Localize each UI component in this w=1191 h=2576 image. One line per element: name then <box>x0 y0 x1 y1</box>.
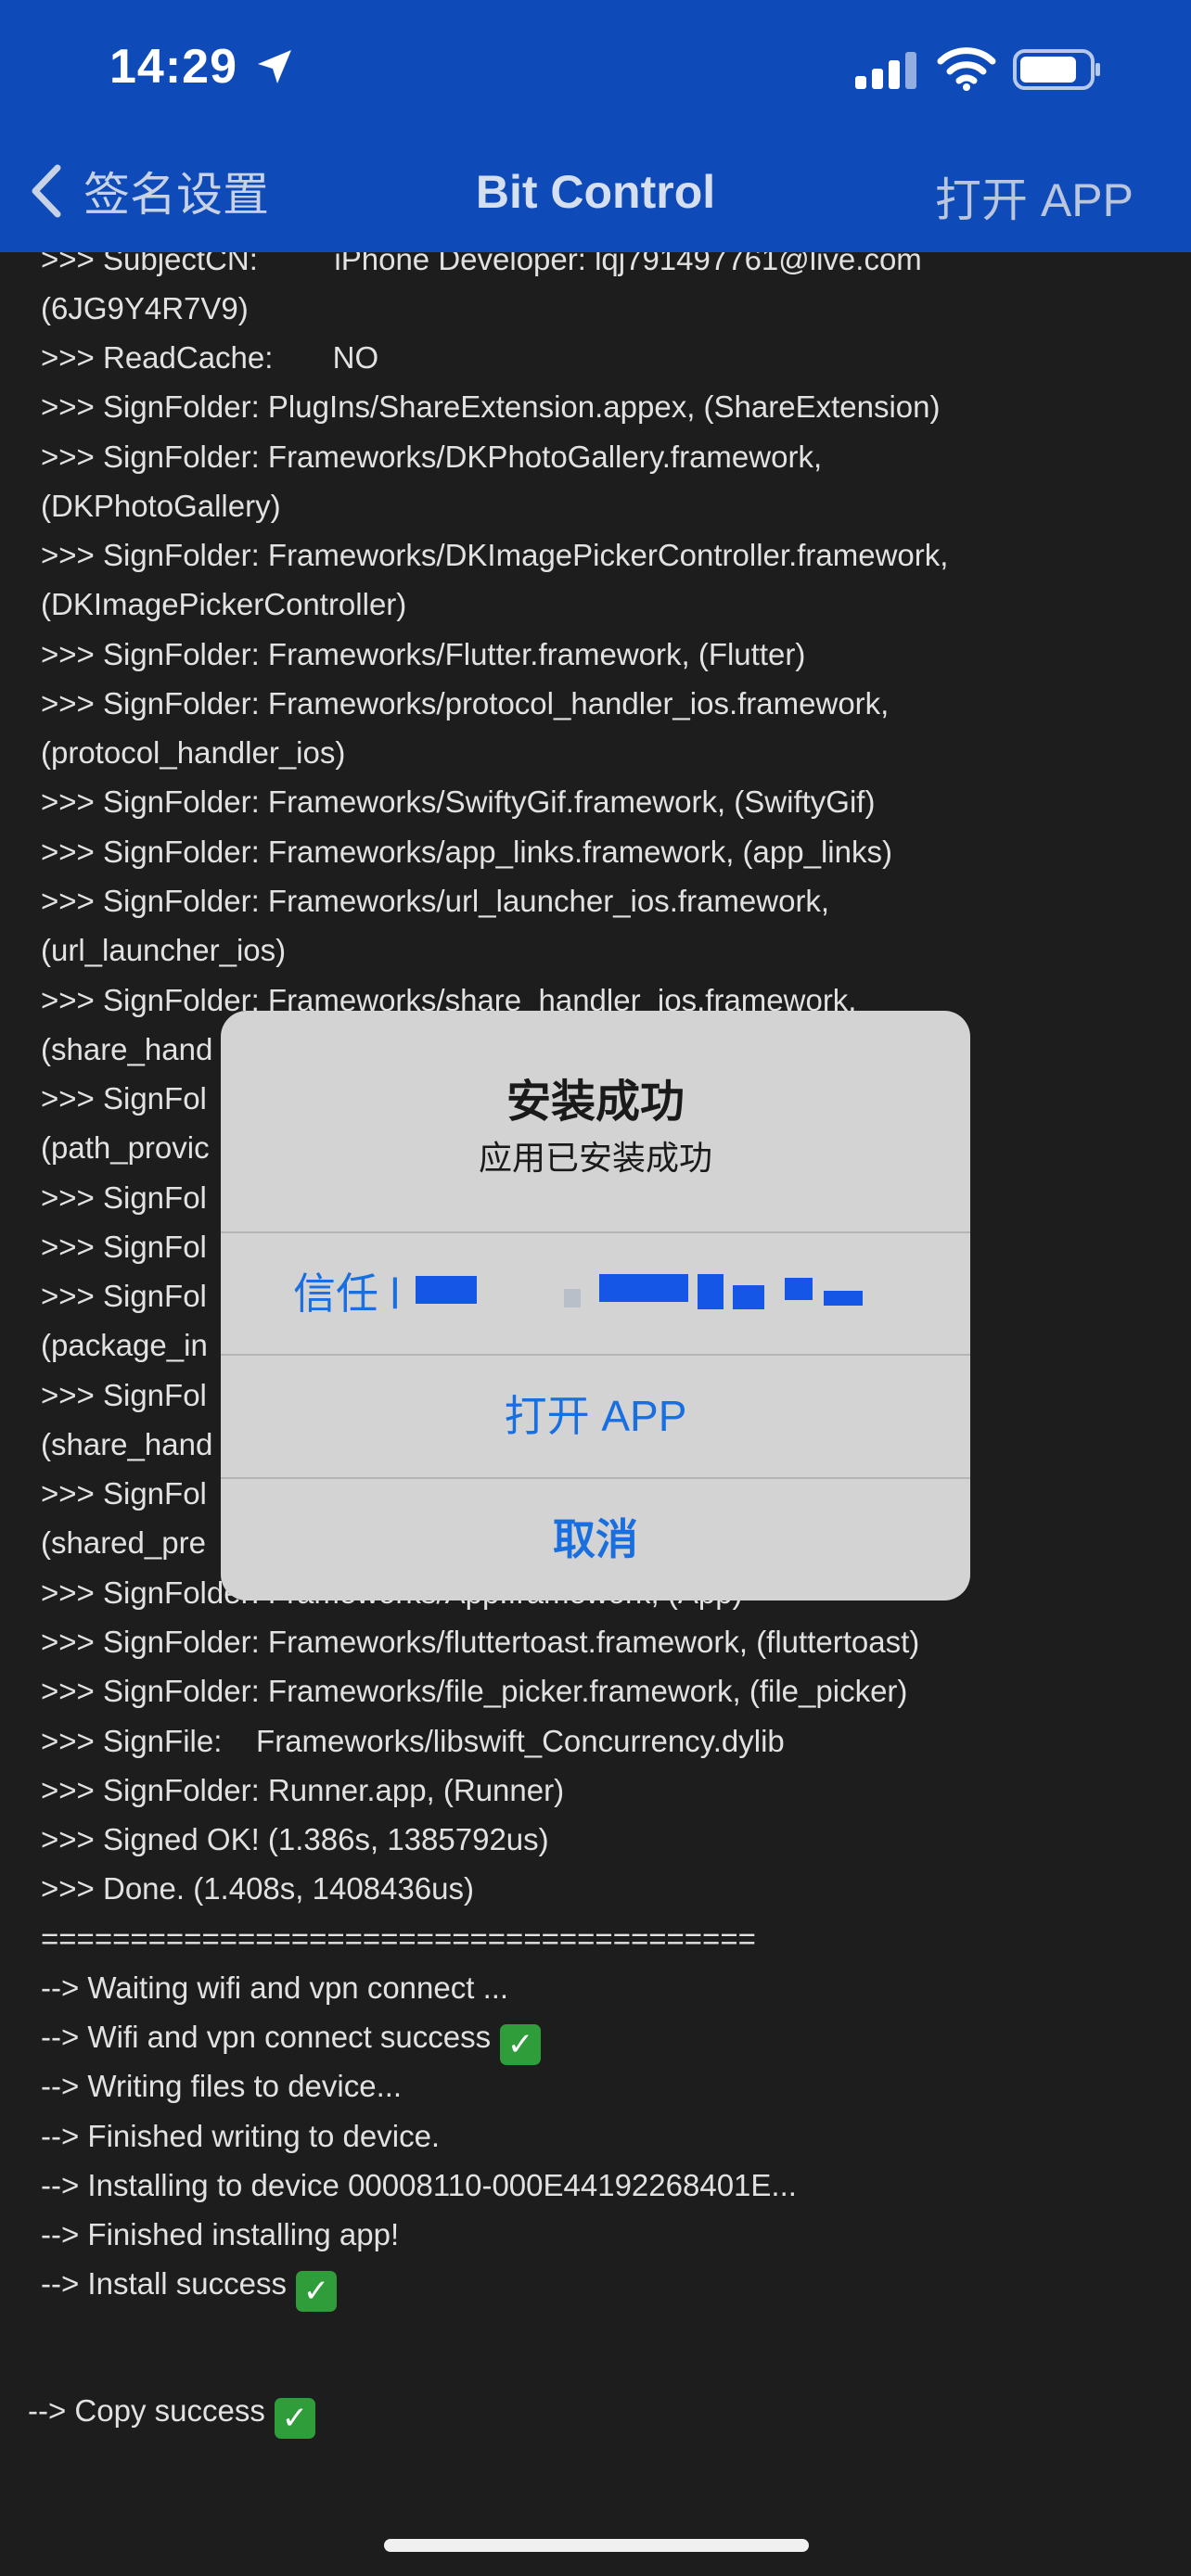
trust-button[interactable]: 信任 l <box>221 1233 970 1354</box>
log-line: >>> SignFolder: Frameworks/DKImagePicker… <box>41 538 949 572</box>
redaction-mark <box>733 1285 764 1309</box>
top-bar: 14:29 签名设置 Bit Control 打开 APP <box>0 0 1191 252</box>
log-line: >>> SignFolder: Frameworks/file_picker.f… <box>41 1674 908 1708</box>
log-line: >>> SignFolder: Frameworks/protocol_hand… <box>41 686 890 721</box>
wifi-icon <box>937 47 996 91</box>
log-line: >>> Done. (1.408s, 1408436us) <box>41 1871 474 1906</box>
log-line: --> Finished writing to device. <box>41 2119 441 2153</box>
log-line: ======================================== <box>41 1921 756 1956</box>
log-line: --> Wifi and vpn connect success ✓ <box>41 2019 542 2065</box>
log-line: >>> SignFolder: PlugIns/ShareExtension.a… <box>41 389 941 424</box>
open-app-button[interactable]: 打开 APP <box>221 1356 970 1476</box>
log-line: >>> ReadCache: NO <box>41 340 379 375</box>
log-line: --> Waiting wifi and vpn connect ... <box>41 1970 509 2005</box>
log-line: >>> SignFolder: Frameworks/fluttertoast.… <box>41 1625 920 1659</box>
log-line: >>> SignFolder: Frameworks/app_links.fra… <box>41 835 892 869</box>
open-app-nav-button[interactable]: 打开 APP <box>935 163 1133 230</box>
log-line: (url_launcher_ios) <box>41 933 287 967</box>
battery-icon <box>1013 49 1100 90</box>
redaction-mark <box>564 1289 581 1307</box>
log-line: --> Finished installing app! <box>41 2217 400 2251</box>
log-line-text: --> Wifi and vpn connect success <box>41 2020 492 2054</box>
cancel-button[interactable]: 取消 <box>221 1479 970 1600</box>
log-line: (shared_pre <box>41 1525 206 1560</box>
check-mark-icon: ✓ <box>500 2024 542 2065</box>
log-line: >>> SignFolder: Frameworks/DKPhotoGaller… <box>41 440 823 474</box>
log-line: (path_provic <box>41 1130 210 1165</box>
alert-message: 应用已安装成功 <box>478 1139 712 1177</box>
log-line: >>> SignFolder: Frameworks/SwiftyGif.fra… <box>41 784 876 819</box>
cellular-signal-icon <box>855 52 916 89</box>
log-line: --> Installing to device 00008110-000E44… <box>41 2168 797 2202</box>
log-line: >>> SignFolder: Frameworks/Flutter.frame… <box>41 637 806 671</box>
log-line: >>> SignFile: Frameworks/libswift_Concur… <box>41 1724 785 1758</box>
alert-title: 安装成功 <box>506 1078 685 1127</box>
redaction-mark <box>416 1276 477 1304</box>
log-line: --> Install success ✓ <box>41 2265 337 2312</box>
redaction-mark <box>599 1274 688 1302</box>
log-line: >>> Signed OK! (1.386s, 1385792us) <box>41 1822 549 1856</box>
log-line-text: --> Install success <box>41 2266 287 2301</box>
status-time: 14:29 <box>109 40 237 94</box>
redaction-mark <box>785 1278 813 1300</box>
redaction-mark <box>698 1274 724 1309</box>
log-line: (share_hand <box>41 1032 213 1066</box>
check-mark-icon: ✓ <box>296 2271 337 2312</box>
log-line: >>> SignFol <box>41 1279 207 1313</box>
log-line: >>> SignFolder: Runner.app, (Runner) <box>41 1773 565 1807</box>
install-success-alert: 安装成功 应用已安装成功 信任 l 打开 APP 取消 <box>221 1011 970 1600</box>
log-line: (package_in <box>41 1328 208 1362</box>
log-line: (DKImagePickerController) <box>41 587 407 621</box>
log-line: (protocol_handler_ios) <box>41 735 346 770</box>
log-line: --> Writing files to device... <box>41 2069 403 2103</box>
log-line: (DKPhotoGallery) <box>41 489 281 523</box>
trust-label: 信任 l <box>293 1269 400 1318</box>
log-line: (share_hand <box>41 1427 213 1461</box>
log-line-text: --> Copy success <box>28 2393 265 2428</box>
location-arrow-icon <box>258 50 291 83</box>
copy-success-line: --> Copy success ✓ <box>28 2392 315 2439</box>
redaction-mark <box>824 1291 863 1306</box>
home-indicator[interactable] <box>384 2539 809 2552</box>
log-line: (6JG9Y4R7V9) <box>41 291 249 325</box>
check-mark-icon: ✓ <box>274 2398 315 2439</box>
log-line: >>> SignFolder: Frameworks/url_launcher_… <box>41 884 830 918</box>
